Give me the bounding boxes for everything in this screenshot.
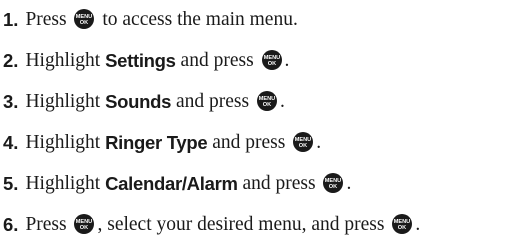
menu-ok-key-icon: MENU OK [256,90,277,111]
instruction-steps: 1. Press MENU OK to access the main menu. 2… [3,0,522,245]
step-text: Highlight [25,90,106,112]
menu-ok-key-icon: MENU OK [261,49,282,70]
step-number: 3. [3,90,19,112]
menu-ok-key-icon: MENU OK [74,213,95,234]
step-text: , select your desired menu, and press [97,213,390,235]
svg-text:OK: OK [299,143,307,149]
step-number: 6. [3,213,19,235]
step-text: and press [171,90,254,112]
step-text: . [279,90,285,112]
instruction-step: 5. Highlight Calendar/Alarm and press MEN… [3,163,522,204]
step-number: 1. [3,9,19,30]
menu-term: Calendar/Alarm [105,172,238,194]
step-number: 5. [3,172,19,194]
menu-ok-key-icon: MENU OK [323,172,344,193]
menu-ok-key-icon: MENU OK [74,9,95,29]
step-text: and press [207,131,291,153]
step-text: . [415,213,421,235]
instruction-step: 3. Highlight Sounds and press MENU OK. [3,81,522,122]
svg-text:OK: OK [80,20,88,26]
step-text: . [316,131,322,153]
menu-term: Ringer Type [105,131,208,153]
step-text: and press [175,49,259,71]
step-text: Highlight [25,172,106,194]
svg-text:OK: OK [267,61,275,67]
step-text: . [346,172,352,194]
step-number: 2. [3,49,19,71]
instruction-step: 4. Highlight Ringer Type and press MENU OK… [3,122,522,163]
step-text: to access the main menu. [97,9,298,30]
step-text: Highlight [25,49,106,71]
svg-text:OK: OK [263,102,271,108]
svg-text:OK: OK [398,225,406,231]
menu-term: Sounds [105,90,172,112]
instruction-step: 6. Press MENU OK, select your desired menu… [3,204,522,245]
step-text: . [284,49,290,71]
svg-text:OK: OK [329,184,337,190]
instruction-step: 2. Highlight Settings and press MENU OK. [3,40,522,81]
menu-term: Settings [105,49,176,71]
step-text: Highlight [25,131,106,153]
svg-text:OK: OK [80,225,88,231]
step-text: Press [25,213,72,235]
step-text: Press [25,9,72,30]
menu-ok-key-icon: MENU OK [392,213,413,234]
menu-ok-key-icon: MENU OK [293,131,314,152]
instruction-step: 1. Press MENU OK to access the main menu. [3,0,522,40]
step-text: and press [237,172,321,194]
step-number: 4. [3,131,19,153]
